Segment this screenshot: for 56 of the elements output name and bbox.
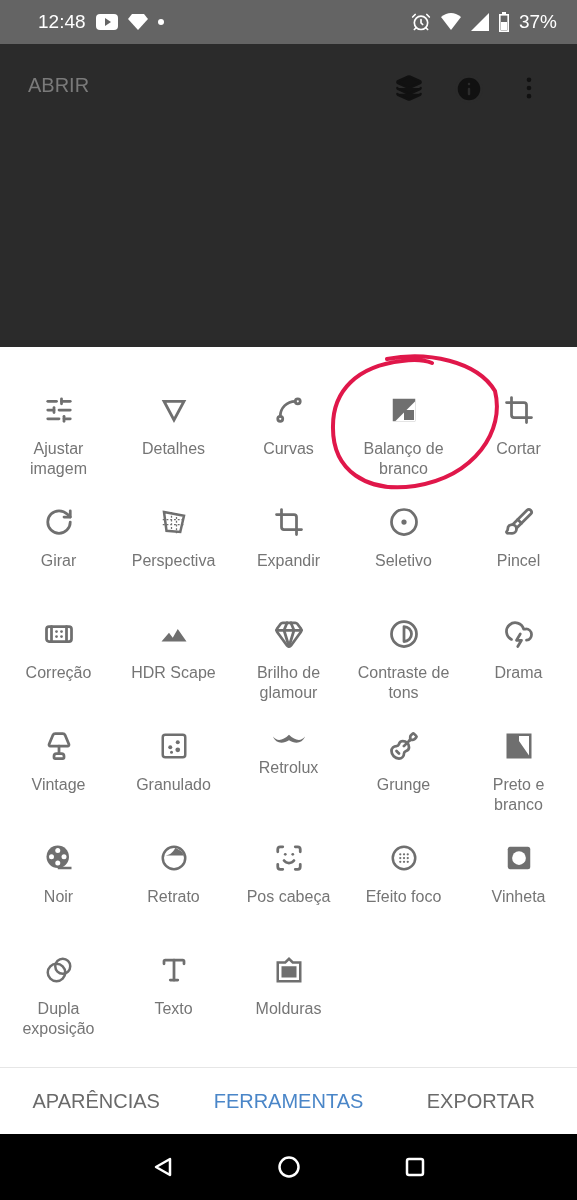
tool-button[interactable]: Cortar (461, 395, 576, 508)
tool-button[interactable]: Molduras (231, 955, 346, 1068)
storm-cloud-icon (503, 619, 534, 650)
recents-icon[interactable] (404, 1157, 425, 1177)
diamond-icon (127, 14, 148, 31)
tool-button[interactable]: Pos cabeça (231, 843, 346, 956)
dot-icon (157, 19, 164, 26)
expand-icon (273, 507, 304, 538)
status-time: 12:48 (38, 11, 86, 34)
curve-icon (273, 395, 304, 426)
tool-button[interactable]: Vinheta (461, 843, 576, 956)
alarm-icon (410, 12, 431, 33)
open-button[interactable]: ABRIR (28, 74, 379, 98)
back-icon[interactable] (152, 1157, 173, 1177)
brush-icon (503, 507, 534, 538)
tool-button[interactable]: Efeito foco (346, 843, 461, 956)
tool-button[interactable]: Perspectiva (116, 507, 231, 620)
tool-button[interactable]: Expandir (231, 507, 346, 620)
bottom-tab[interactable]: EXPORTAR (384, 1068, 577, 1135)
guitar-icon (388, 731, 419, 762)
bottom-tab[interactable]: FERRAMENTAS (192, 1068, 385, 1135)
crop-icon (503, 395, 534, 426)
tool-button[interactable]: Dupla exposição (1, 955, 116, 1068)
tool-button[interactable]: Ajustar imagem (1, 395, 116, 508)
rotate-icon (43, 507, 74, 538)
battery-icon (498, 12, 509, 33)
target-icon (388, 507, 419, 538)
tool-button[interactable]: Preto e branco (461, 731, 576, 844)
tool-button[interactable]: Texto (116, 955, 231, 1068)
tool-button[interactable]: Correção (1, 619, 116, 732)
tool-button[interactable]: Noir (1, 843, 116, 956)
battery-percent: 37% (518, 11, 557, 34)
tool-button[interactable]: Seletivo (346, 507, 461, 620)
tool-button[interactable]: Vintage (1, 731, 116, 844)
tool-button[interactable]: Pincel (461, 507, 576, 620)
tool-button[interactable]: HDR Scape (116, 619, 231, 732)
tool-button[interactable]: Brilho de glamour (231, 619, 346, 732)
diamond-icon (273, 619, 304, 650)
home-icon[interactable] (277, 1156, 300, 1178)
scan-face-icon (273, 843, 304, 874)
bottom-tab[interactable]: APARÊNCIAS (0, 1068, 193, 1135)
wifi-icon (440, 13, 461, 32)
tool-button[interactable]: Detalhes (116, 395, 231, 508)
video-app-icon (95, 14, 118, 31)
overlap-circles-icon (43, 955, 74, 986)
tool-button[interactable]: Contraste de tons (346, 619, 461, 732)
tool-button[interactable]: Girar (1, 507, 116, 620)
tool-button[interactable]: Balanço de branco (346, 395, 461, 508)
tool-button[interactable]: Granulado (116, 731, 231, 844)
signal-icon (470, 13, 489, 32)
contrast-icon (388, 619, 419, 650)
tool-button[interactable]: Grunge (346, 731, 461, 844)
tool-button[interactable]: Retrolux (231, 731, 346, 844)
tool-button[interactable]: Drama (461, 619, 576, 732)
tool-button[interactable]: Curvas (231, 395, 346, 508)
tool-button[interactable]: Retrato (116, 843, 231, 956)
